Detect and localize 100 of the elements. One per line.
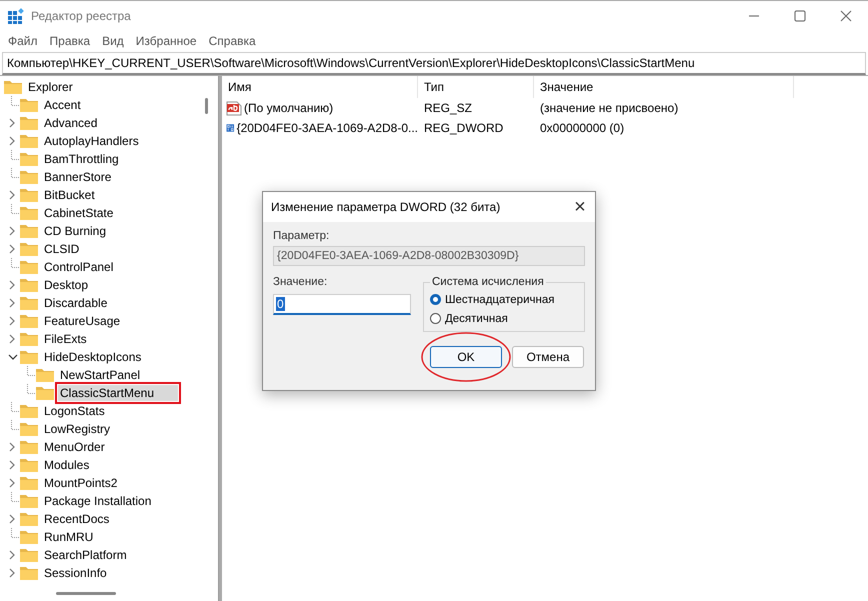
collapse-icon[interactable] xyxy=(8,353,18,361)
window-title: Редактор реестра xyxy=(31,8,131,22)
close-button[interactable]: × xyxy=(565,196,595,218)
tree-item[interactable]: Explorer xyxy=(26,79,75,95)
table-cell-text: 0x00000000 (0) xyxy=(539,121,626,135)
folder-icon xyxy=(20,530,38,544)
tree-item[interactable]: CabinetState xyxy=(42,205,116,221)
folder-icon xyxy=(20,242,38,256)
table-cell-text: (значение не присвоено) xyxy=(539,101,680,115)
tree-item[interactable]: MountPoints2 xyxy=(42,475,120,491)
tree-item[interactable]: NewStartPanel xyxy=(58,367,142,383)
tree-item[interactable]: ControlPanel xyxy=(42,259,116,275)
tree-item[interactable]: MenuOrder xyxy=(42,439,107,455)
expand-icon[interactable] xyxy=(8,316,16,326)
registry-icon xyxy=(8,8,24,24)
menu-item[interactable]: Правка xyxy=(50,34,90,48)
tree-item[interactable]: SearchPlatform xyxy=(42,547,129,563)
field-label: Значение: xyxy=(273,276,328,288)
folder-icon xyxy=(20,224,38,238)
folder-icon xyxy=(20,188,38,202)
folder-icon xyxy=(20,548,38,562)
folder-icon xyxy=(36,386,54,400)
menu-item[interactable]: Вид xyxy=(102,34,124,48)
tree-item[interactable]: Discardable xyxy=(42,295,110,311)
tree-item[interactable]: BamThrottling xyxy=(42,151,121,167)
tree-item[interactable]: CLSID xyxy=(42,241,82,257)
tree-item[interactable]: BitBucket xyxy=(42,187,97,203)
expand-icon[interactable] xyxy=(8,334,16,344)
tree-item[interactable]: ClassicStartMenu xyxy=(58,385,178,401)
menu-item[interactable]: Справка xyxy=(208,34,256,48)
expand-icon[interactable] xyxy=(8,514,16,524)
value-name[interactable]: {20D04FE0-3AEA-1069-A2D8-0... xyxy=(236,121,418,135)
radio-button[interactable] xyxy=(430,313,441,324)
expand-icon[interactable] xyxy=(8,568,16,578)
scrollbar[interactable] xyxy=(56,592,116,595)
folder-icon xyxy=(20,134,38,148)
folder-icon xyxy=(20,458,38,472)
expand-icon[interactable] xyxy=(8,226,16,236)
tree-item[interactable]: Package Installation xyxy=(42,493,154,509)
tree-item[interactable]: FeatureUsage xyxy=(42,313,122,329)
folder-icon xyxy=(20,278,38,292)
tree-item[interactable]: CD Burning xyxy=(42,223,108,239)
folder-icon xyxy=(20,422,38,436)
folder-icon xyxy=(20,260,38,274)
tree-item[interactable]: HideDesktopIcons xyxy=(42,349,144,365)
tree-item[interactable]: LogonStats xyxy=(42,403,107,419)
menu-item[interactable]: Избранное xyxy=(136,34,197,48)
folder-icon xyxy=(20,152,38,166)
tree-item[interactable]: AutoplayHandlers xyxy=(42,133,141,149)
maximize-icon[interactable] xyxy=(794,10,806,22)
field-label: Параметр: xyxy=(273,230,330,242)
expand-icon[interactable] xyxy=(8,460,16,470)
expand-icon[interactable] xyxy=(8,118,16,128)
menu-item[interactable]: Файл xyxy=(8,34,38,48)
close-icon[interactable] xyxy=(840,10,852,22)
expand-icon[interactable] xyxy=(8,190,16,200)
value-field[interactable]: 0 xyxy=(273,294,411,315)
tree-item[interactable]: RunMRU xyxy=(42,529,96,545)
tree-item[interactable]: RecentDocs xyxy=(42,511,112,527)
tree-item[interactable]: LowRegistry xyxy=(42,421,112,437)
table-cell-text: REG_DWORD xyxy=(423,121,504,135)
tree-item[interactable]: FileExts xyxy=(42,331,89,347)
folder-icon xyxy=(20,440,38,454)
folder-icon xyxy=(20,332,38,346)
folder-icon xyxy=(20,314,38,328)
tree-item[interactable]: Accent xyxy=(42,97,83,113)
radio-label[interactable]: Шестнадцатеричная xyxy=(445,294,554,306)
folder-icon xyxy=(20,350,38,364)
folder-icon xyxy=(20,512,38,526)
cancel-button[interactable]: Отмена xyxy=(512,346,584,368)
tree-item[interactable]: Advanced xyxy=(42,115,100,131)
tree-item[interactable]: Modules xyxy=(42,457,92,473)
folder-icon xyxy=(20,116,38,130)
folder-icon xyxy=(20,98,38,112)
folder-icon xyxy=(36,368,54,382)
tree-item[interactable]: Desktop xyxy=(42,277,90,293)
dialog-title: Изменение параметра DWORD (32 бита) xyxy=(271,200,500,214)
column-header[interactable]: Тип xyxy=(418,76,534,98)
string-value-icon xyxy=(226,100,242,116)
folder-icon xyxy=(20,404,38,418)
expand-icon[interactable] xyxy=(8,442,16,452)
table-cell-text: REG_SZ xyxy=(423,101,474,115)
tree-item[interactable]: SessionInfo xyxy=(42,565,109,581)
expand-icon[interactable] xyxy=(8,136,16,146)
folder-icon xyxy=(20,476,38,490)
expand-icon[interactable] xyxy=(8,550,16,560)
ok-button[interactable]: OK xyxy=(430,346,502,368)
column-header[interactable]: Значение xyxy=(534,76,794,98)
expand-icon[interactable] xyxy=(8,244,16,254)
expand-icon[interactable] xyxy=(8,280,16,290)
expand-icon[interactable] xyxy=(8,298,16,308)
expand-icon[interactable] xyxy=(8,478,16,488)
radio-button[interactable] xyxy=(430,294,441,305)
value-name[interactable]: (По умолчанию) xyxy=(244,101,334,115)
tree-item[interactable]: BannerStore xyxy=(42,169,114,185)
folder-icon xyxy=(20,296,38,310)
scrollbar[interactable] xyxy=(205,98,208,114)
folder-icon xyxy=(20,206,38,220)
radio-label[interactable]: Десятичная xyxy=(445,312,508,324)
column-header[interactable]: Имя xyxy=(222,76,418,98)
